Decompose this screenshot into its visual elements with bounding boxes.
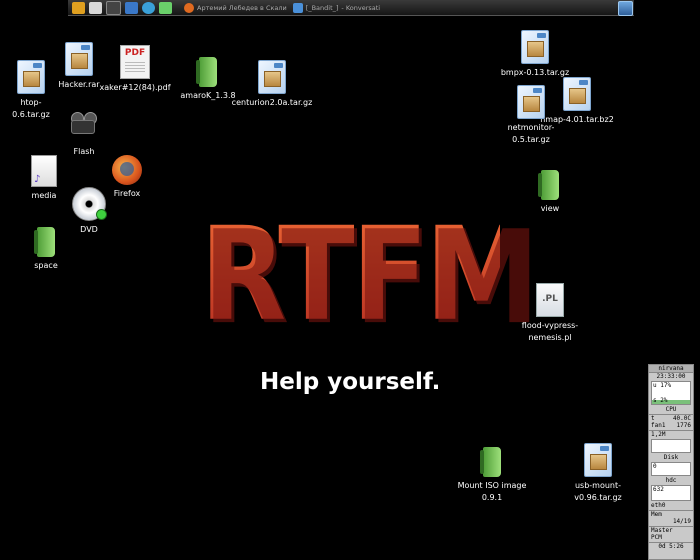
mixer-pcm-label[interactable]: PCM [649, 534, 693, 541]
net-graph [651, 439, 691, 453]
temp-value: 40.0C [672, 415, 691, 422]
eth-label: eth0 [651, 502, 666, 509]
icon-label: amaroK_1.3.8 [180, 91, 236, 100]
monitor-hostname: nirvana [649, 365, 693, 373]
mixer-master-label[interactable]: Master [649, 526, 693, 534]
task-label: [_Bandit_] [305, 3, 339, 12]
desktop-icon-mount-iso[interactable]: Mount ISO image 0.9.1 [452, 447, 532, 504]
task-label: Артемий Лебедев в Скали [197, 3, 287, 12]
firefox-icon [112, 155, 142, 185]
package-icon [65, 42, 93, 76]
desktop-icon-htop[interactable]: htop-0.6.tar.gz [4, 60, 58, 121]
package-icon [584, 443, 612, 477]
desktop-icon-hacker-rar[interactable]: Hacker.rar [57, 42, 101, 91]
icon-label: netmonitor-0.5.tar.gz [507, 123, 555, 144]
camera-icon [67, 112, 101, 136]
uptime-value: 0d 5:26 [649, 542, 693, 550]
fan-value: 1776 [676, 422, 691, 429]
mem-label: Mem [649, 510, 693, 518]
taskbar-task-browser[interactable]: Артемий Лебедев в Скали [184, 1, 287, 14]
system-monitor-widget: nirvana 23:33:00 u 17% s 2% CPU t 40.0C … [648, 364, 694, 560]
desktop-switch-button[interactable] [618, 1, 633, 16]
terminal-icon[interactable] [106, 0, 121, 15]
folder-icon [480, 447, 501, 477]
icon-label: Mount ISO image 0.9.1 [457, 481, 527, 502]
hdc-label: hdc [665, 477, 677, 484]
cpu-label: CPU [665, 406, 677, 413]
icon-label: Hacker.rar [58, 80, 100, 89]
icon-label: htop-0.6.tar.gz [12, 98, 50, 119]
net-value: 1,2M [651, 431, 666, 438]
dvd-icon [72, 187, 107, 221]
icon-label: Firefox [113, 189, 141, 198]
desktop-icon-netmonitor[interactable]: netmonitor-0.5.tar.gz [494, 85, 568, 146]
hdc-graph: 632 [651, 485, 691, 501]
wallpaper-logo: RTFM [200, 200, 537, 350]
desktop-icon-flash[interactable]: Flash [62, 112, 106, 158]
folder-icon [196, 57, 217, 87]
desktop-icon-dvd[interactable]: DVD [68, 187, 110, 236]
fan-label: fan1 [651, 422, 666, 429]
firefox-icon [184, 2, 194, 13]
desktop-icon-xaker-pdf[interactable]: PDF xaker#12(84).pdf [99, 45, 171, 94]
package-icon [17, 60, 45, 94]
package-icon [517, 85, 545, 119]
desktop-icon-firefox[interactable]: Firefox [106, 155, 148, 200]
icon-label: DVD [80, 225, 98, 234]
gear-icon[interactable] [72, 1, 85, 14]
disk-value: 0 [653, 463, 657, 470]
folder-icon [34, 227, 55, 257]
pdf-icon: PDF [120, 45, 150, 79]
globe-icon[interactable] [142, 1, 155, 14]
cpu-sys-value: s 2% [653, 397, 668, 404]
home-icon[interactable] [89, 1, 102, 14]
fan-row: fan1 1776 [649, 422, 693, 429]
task-label-suffix: - Konversati [341, 3, 381, 12]
browser-icon[interactable] [125, 1, 138, 14]
desktop-icon-media[interactable]: media [24, 155, 64, 202]
perl-script-icon: .PL [536, 283, 564, 317]
icon-label: xaker#12(84).pdf [99, 83, 171, 92]
icon-label: view [540, 204, 560, 213]
net-row: 1,2M [649, 430, 693, 438]
icon-label: centurion2.0a.tar.gz [231, 98, 313, 107]
package-icon [258, 60, 286, 94]
cpu-graph: u 17% s 2% [651, 381, 691, 405]
package-icon [521, 30, 549, 64]
monitor-clock: 23:33:00 [656, 373, 686, 380]
top-taskbar: Артемий Лебедев в Скали [_Bandit_] - Kon… [68, 0, 634, 16]
folder-icon [538, 170, 559, 200]
disk-label: Disk [663, 454, 679, 461]
icon-label: media [31, 191, 57, 200]
disk-graph: 0 [651, 462, 691, 476]
desktop-icon-view[interactable]: view [530, 170, 570, 215]
desktop-icon-centurion[interactable]: centurion2.0a.tar.gz [232, 60, 312, 109]
taskbar-task-konversation[interactable]: [_Bandit_] - Konversati [292, 1, 381, 14]
media-file-icon [31, 155, 57, 187]
mem-value: 14/19 [672, 518, 691, 525]
hdc-value: 632 [653, 486, 664, 493]
icon-label: Flash [73, 147, 95, 156]
desktop-icon-bmpx[interactable]: bmpx-0.13.tar.gz [500, 30, 570, 79]
cpu-user-value: u 17% [653, 382, 672, 389]
wallpaper-tagline: Help yourself. [260, 369, 441, 395]
temp-label: t [651, 415, 655, 422]
icon-label: usb-mount-v0.96.tar.gz [574, 481, 622, 502]
temp-row: t 40.0C [649, 414, 693, 422]
desktop-icon-usb-mount[interactable]: usb-mount-v0.96.tar.gz [560, 443, 636, 504]
app-icon [292, 2, 303, 13]
desktop-icon-amarok[interactable]: amaroK_1.3.8 [180, 57, 236, 102]
desktop-icon-space[interactable]: space [26, 227, 66, 272]
editor-icon[interactable] [159, 1, 172, 14]
icon-label: space [34, 261, 58, 270]
